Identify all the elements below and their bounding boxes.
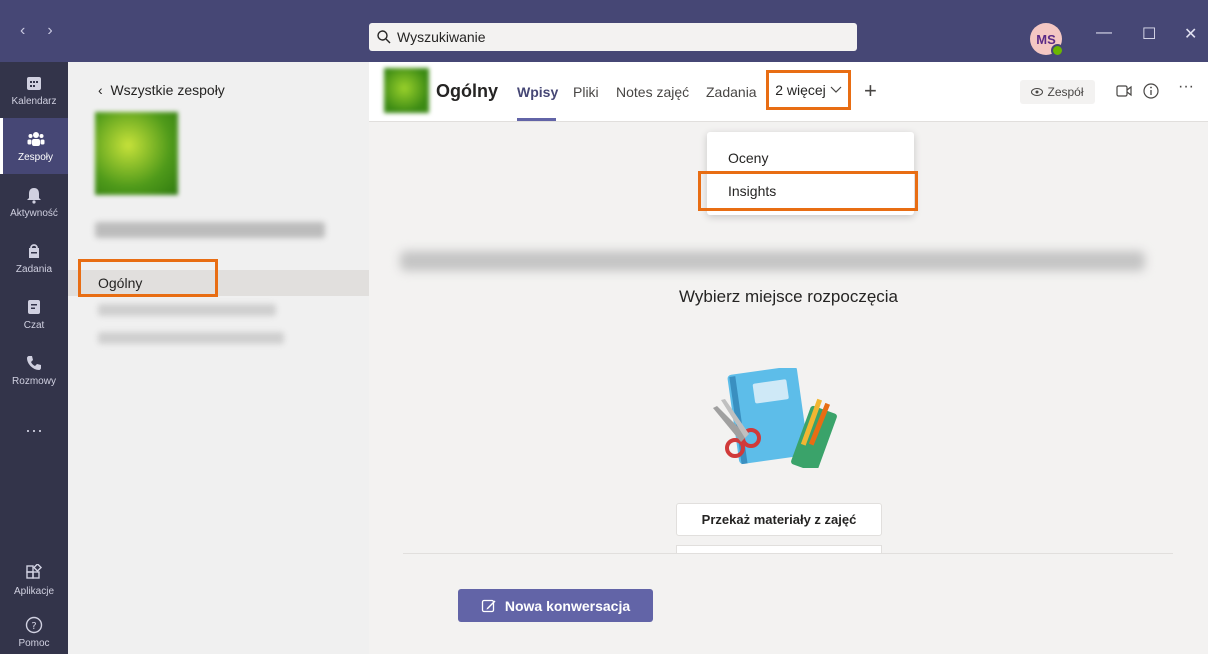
tab-class-notebook[interactable]: Notes zajęć [616,84,689,100]
eye-icon [1031,88,1044,96]
calendar-icon [27,76,41,90]
team-view-label: Zespół [1047,85,1084,99]
rail-label: Zespoły [17,151,53,163]
active-tab-indicator [517,118,556,121]
search-placeholder: Wyszukiwanie [397,29,486,45]
tab-posts[interactable]: Wpisy [517,84,558,100]
rail-item-assignments[interactable]: Zadania [0,230,68,286]
phone-icon [27,355,41,370]
menu-item-grades[interactable]: Oceny [728,150,768,166]
tab-files[interactable]: Pliki [573,84,599,100]
highlight-frame-insights [698,171,918,211]
rail-item-calls[interactable]: Rozmowy [0,342,68,398]
new-conversation-label: Nowa konwersacja [504,597,631,614]
start-subtitle: Wybierz miejsce rozpoczęcia [678,287,899,306]
team-logo [95,112,178,195]
team-name-blurred [95,222,325,238]
rail-item-apps[interactable]: Aplikacje [0,552,68,608]
close-button[interactable]: ✕ [1184,24,1197,44]
teams-pane: ‹ Wszystkie zespoły Ogólny [68,62,369,654]
assignments-icon [29,243,39,258]
channel-title: Ogólny [436,81,498,101]
channel-header: Ogólny Wpisy Pliki Notes zajęć Zadania 2… [369,62,1208,122]
rail-label: Aktywność [10,207,58,219]
tab-assignments[interactable]: Zadania [706,84,757,100]
channel-team-icon [384,68,429,113]
bell-icon [27,187,41,204]
rail-item-help[interactable]: ? Pomoc [0,604,68,654]
chevron-down-icon [830,86,842,93]
search-icon [377,30,391,44]
app-rail: Kalendarz Zespoły Aktywność Zadania Czat… [0,62,68,654]
tab-more-dropdown[interactable]: 2 więcej [766,70,851,110]
rail-label: Rozmowy [12,375,56,387]
minimize-button[interactable]: — [1096,24,1112,42]
rail-item-calendar[interactable]: Kalendarz [0,62,68,118]
presence-status-icon [1051,44,1064,57]
start-subtitle-row: Wybierz miejsce rozpoczęcia [0,287,1208,307]
more-options-button[interactable]: ··· [1178,78,1194,96]
maximize-button[interactable]: ☐ [1142,24,1156,44]
all-teams-link[interactable]: ‹ Wszystkie zespoły [98,82,225,98]
forward-nav-button[interactable]: › [47,22,52,40]
rail-label: Kalendarz [11,95,57,107]
rail-item-activity[interactable]: Aktywność [0,174,68,230]
history-nav: ‹ › [20,22,53,40]
class-title-blurred [400,251,1145,271]
rail-item-teams[interactable]: Zespoły [0,118,68,174]
avatar[interactable]: MS [1030,23,1064,57]
more-icon: ··· [25,419,43,440]
share-materials-button[interactable]: Przekaż materiały z zajęć [676,503,882,536]
back-nav-button[interactable]: ‹ [20,22,25,40]
search-input[interactable]: Wyszukiwanie [369,23,857,51]
info-icon[interactable] [1142,82,1160,100]
teams-icon [27,131,44,146]
svg-text:?: ? [31,621,36,632]
add-tab-button[interactable]: + [864,78,877,104]
channel-blurred[interactable] [98,332,284,344]
content-divider [403,553,1173,554]
rail-label: Aplikacje [13,585,55,597]
notebook-illustration [713,368,837,468]
help-icon: ? [25,616,43,633]
meet-icon[interactable] [1115,82,1133,100]
rail-label: Zadania [15,263,53,275]
new-conversation-button[interactable]: Nowa konwersacja [458,589,653,622]
team-view-button[interactable]: Zespół [1020,80,1095,104]
compose-icon [481,599,496,612]
more-tabs-label: 2 więcej [775,82,826,98]
rail-more-button[interactable]: ··· [0,402,68,458]
chevron-left-icon: ‹ [98,82,111,98]
title-bar: ‹ › Wyszukiwanie MS — ☐ ✕ [0,0,1208,62]
secondary-option-button[interactable] [676,545,882,553]
all-teams-label: Wszystkie zespoły [110,82,225,98]
rail-label: Czat [23,319,45,331]
apps-icon [26,563,43,579]
rail-label: Pomoc [18,637,50,649]
